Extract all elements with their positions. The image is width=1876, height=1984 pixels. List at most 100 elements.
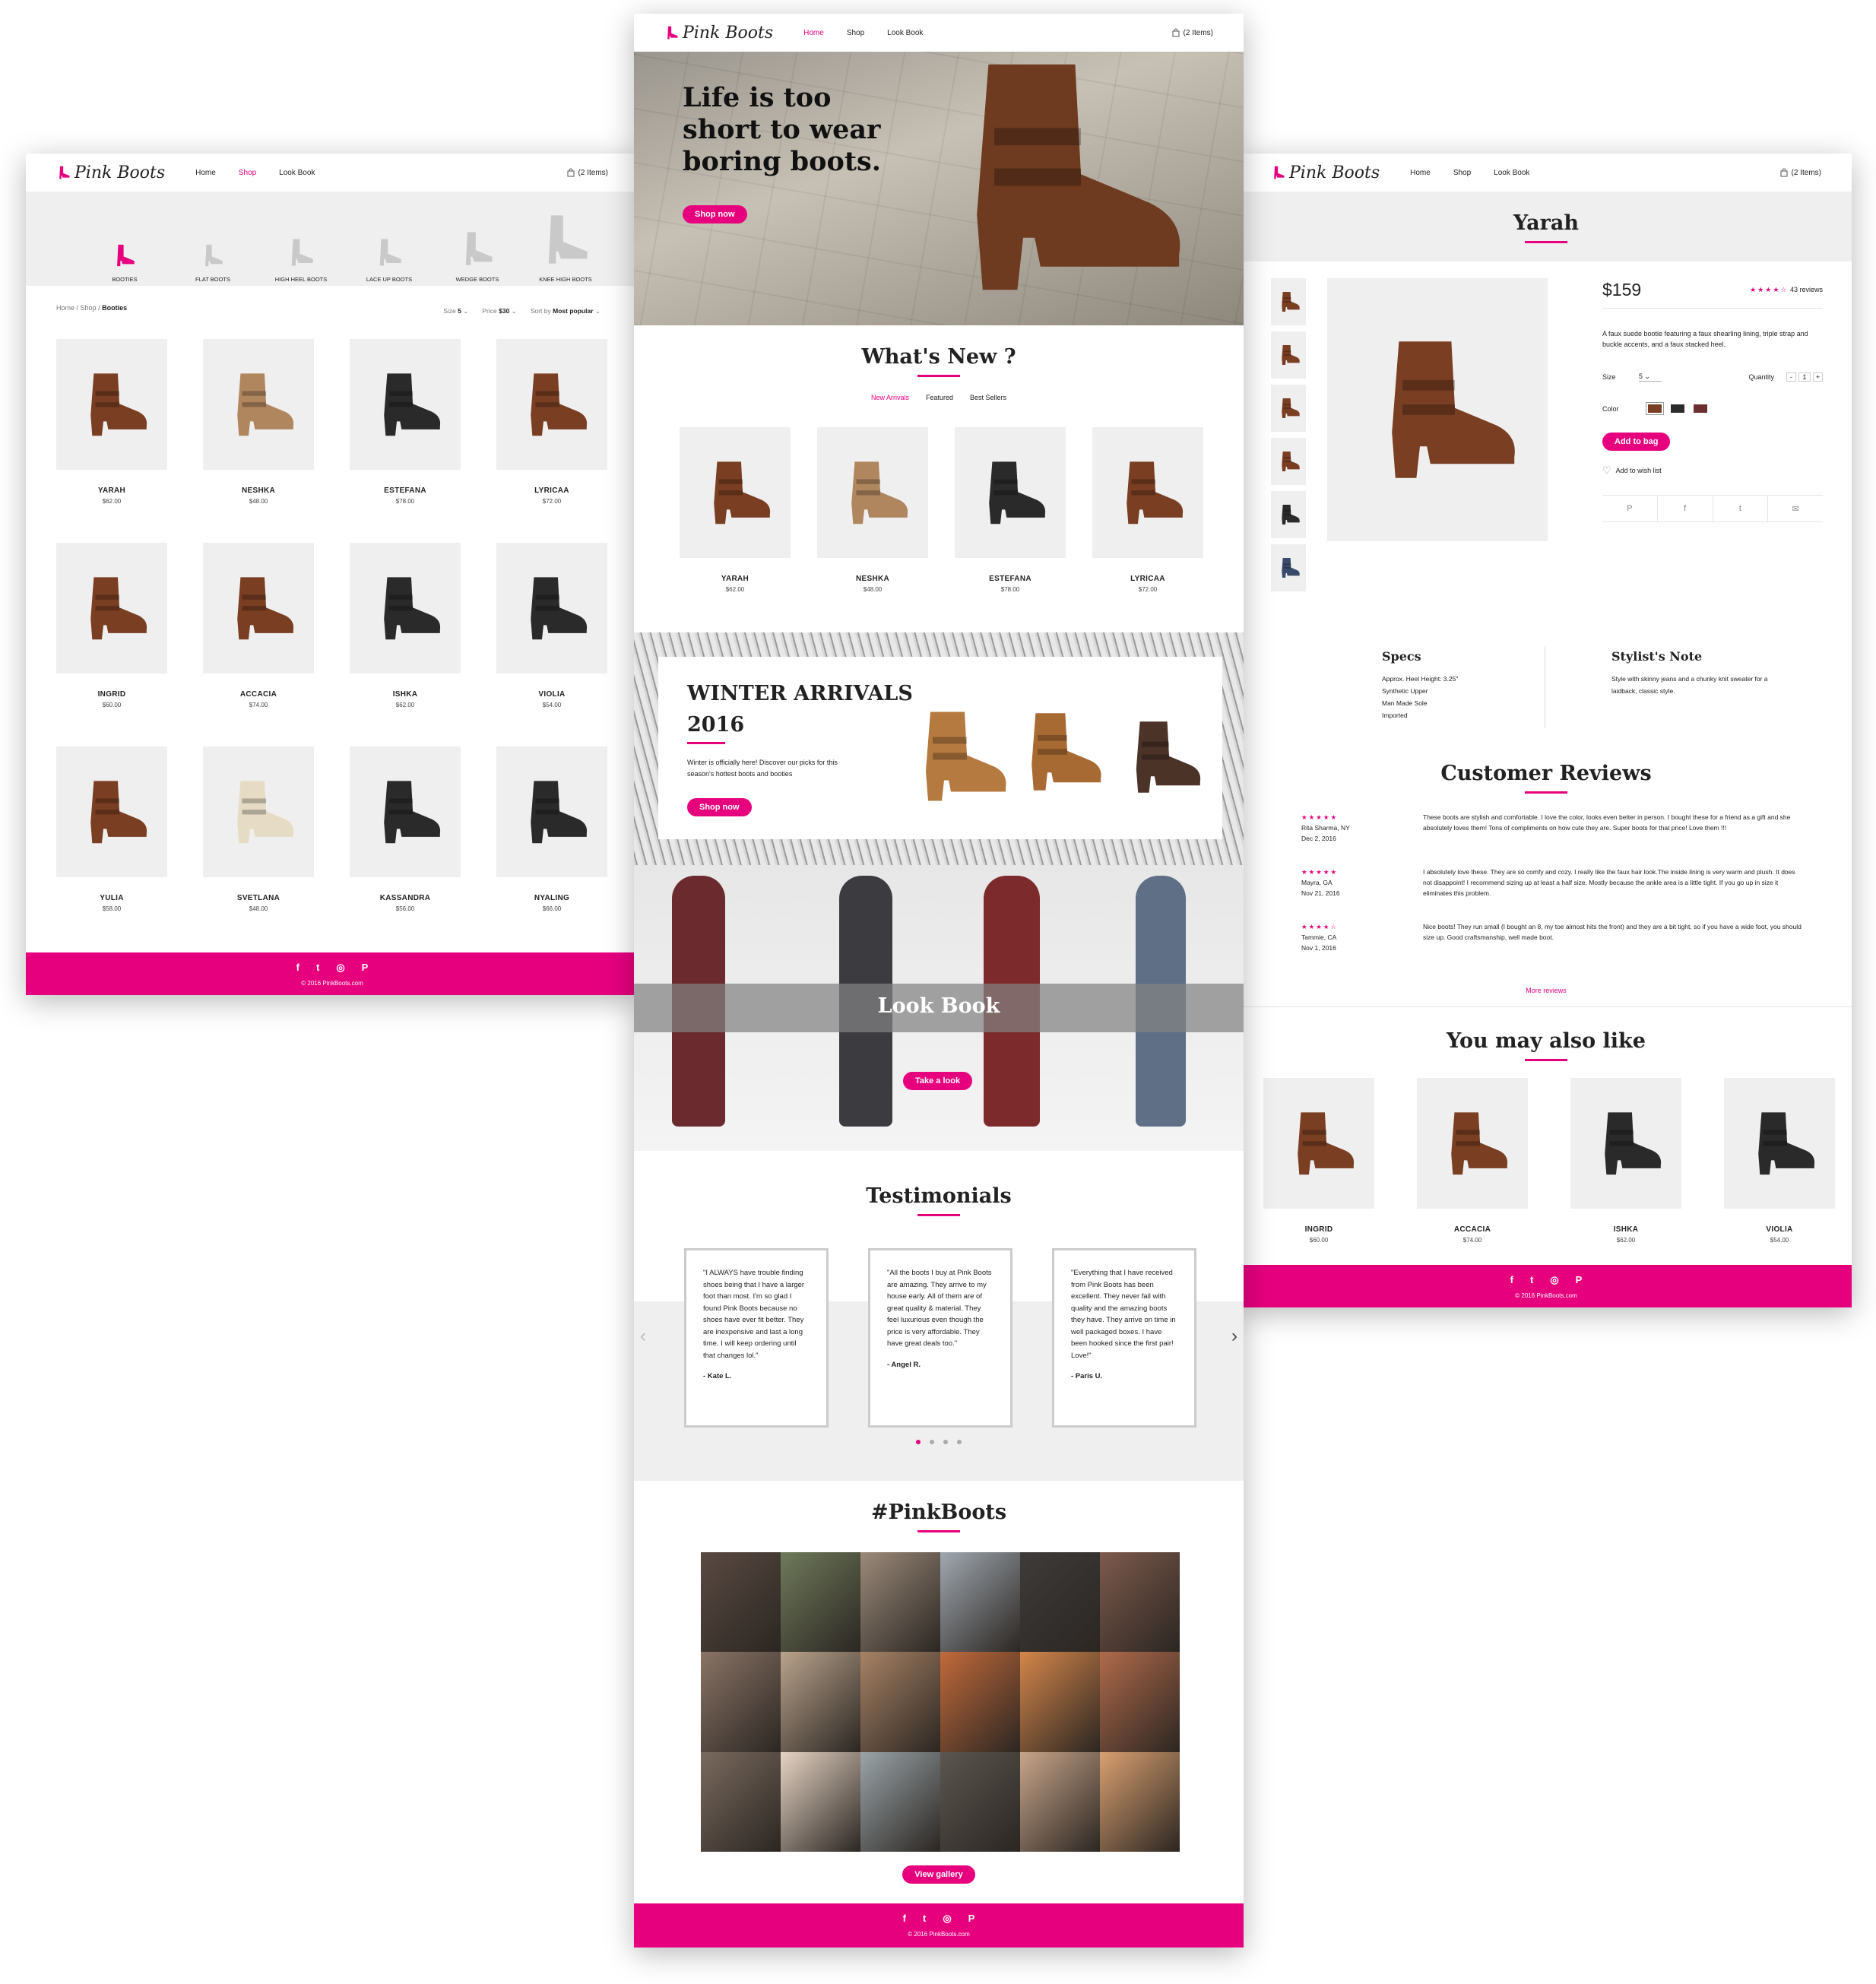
price-filter[interactable]: Price $30 ⌄ xyxy=(482,307,516,315)
facebook-icon[interactable]: f xyxy=(296,962,299,974)
thumbnail[interactable] xyxy=(1271,278,1306,325)
product-card[interactable]: ISHKA $62.00 xyxy=(1570,1078,1681,1244)
gallery-photo[interactable] xyxy=(781,1751,860,1852)
product-name[interactable]: YARAH xyxy=(680,575,791,583)
view-gallery-button[interactable]: View gallery xyxy=(902,1865,975,1884)
product-card[interactable]: VIOLIA $54.00 xyxy=(1724,1078,1835,1244)
gallery-photo[interactable] xyxy=(1020,1552,1100,1653)
product-name[interactable]: VIOLIA xyxy=(496,690,607,699)
cart-button[interactable]: (2 Items) xyxy=(1171,28,1213,37)
twitter-icon[interactable]: t xyxy=(1530,1274,1533,1286)
product-card[interactable]: LYRICAA $72.00 xyxy=(1092,427,1203,593)
product-image[interactable] xyxy=(1092,427,1203,558)
winter-shop-now-button[interactable]: Shop now xyxy=(687,798,752,816)
size-filter[interactable]: Size 5 ⌄ xyxy=(443,307,468,315)
thumbnail[interactable] xyxy=(1271,385,1306,432)
category-item[interactable]: KNEE HIGH BOOTS xyxy=(528,199,604,283)
product-card[interactable]: KASSANDRA $56.00 xyxy=(350,746,461,912)
gallery-photo[interactable] xyxy=(860,1652,940,1752)
product-image[interactable] xyxy=(56,543,167,673)
nav-shop[interactable]: Shop xyxy=(847,29,864,37)
next-arrow-icon[interactable]: › xyxy=(1231,1326,1237,1347)
product-name[interactable]: INGRID xyxy=(56,690,167,699)
add-to-bag-button[interactable]: Add to bag xyxy=(1602,433,1671,451)
product-card[interactable]: YULIA $58.00 xyxy=(56,746,167,912)
quantity-value[interactable]: 1 xyxy=(1798,372,1811,382)
logo[interactable]: Pink Boots xyxy=(1271,163,1380,182)
thumbnail[interactable] xyxy=(1271,544,1306,591)
product-card[interactable]: NESHKA $48.00 xyxy=(817,427,928,593)
product-image[interactable] xyxy=(203,543,314,673)
product-name[interactable]: ISHKA xyxy=(350,690,461,699)
gallery-photo[interactable] xyxy=(940,1751,1020,1852)
instagram-icon[interactable]: ◎ xyxy=(336,962,344,974)
size-select[interactable]: 5 ⌄ xyxy=(1639,372,1662,382)
sort-select[interactable]: Sort by Most popular ⌄ xyxy=(531,307,601,315)
twitter-icon[interactable]: t xyxy=(923,1913,926,1925)
product-name[interactable]: SVETLANA xyxy=(203,894,314,902)
tab-featured[interactable]: Featured xyxy=(926,394,953,401)
carousel-dot[interactable] xyxy=(957,1440,962,1444)
thumbnail[interactable] xyxy=(1271,491,1306,538)
quantity-stepper[interactable]: -1 + xyxy=(1786,372,1823,382)
category-item[interactable]: FLAT BOOTS xyxy=(175,199,251,283)
product-image[interactable] xyxy=(955,427,1066,558)
product-card[interactable]: YARAH $62.00 xyxy=(680,427,791,593)
facebook-icon[interactable]: f xyxy=(1658,496,1713,521)
carousel-dot[interactable] xyxy=(930,1440,934,1444)
pinterest-icon[interactable]: P xyxy=(362,962,369,974)
reviews-count[interactable]: 43 reviews xyxy=(1790,286,1823,293)
product-card[interactable]: ACCACIA $74.00 xyxy=(1417,1078,1528,1244)
product-image[interactable] xyxy=(56,746,167,877)
product-name[interactable]: ACCACIA xyxy=(1417,1225,1528,1234)
gallery-photo[interactable] xyxy=(1100,1751,1180,1852)
breadcrumb-home[interactable]: Home xyxy=(56,304,74,312)
gallery-photo[interactable] xyxy=(940,1552,1020,1653)
thumbnail[interactable] xyxy=(1271,438,1306,485)
gallery-photo[interactable] xyxy=(1100,1552,1180,1653)
product-card[interactable]: ESTEFANA $78.00 xyxy=(955,427,1066,593)
product-image[interactable] xyxy=(350,543,461,673)
category-item[interactable]: BOOTIES xyxy=(87,199,163,283)
product-card[interactable]: NESHKA $48.00 xyxy=(203,339,314,505)
product-image[interactable] xyxy=(1417,1078,1528,1209)
facebook-icon[interactable]: f xyxy=(1510,1274,1513,1286)
product-card[interactable]: YARAH $62.00 xyxy=(56,339,167,505)
cart-button[interactable]: (2 Items) xyxy=(1779,168,1821,177)
product-name[interactable]: VIOLIA xyxy=(1724,1225,1835,1234)
product-card[interactable]: LYRICAA $72.00 xyxy=(496,339,607,505)
gallery-photo[interactable] xyxy=(781,1552,860,1653)
nav-shop[interactable]: Shop xyxy=(1453,169,1471,177)
product-image[interactable] xyxy=(203,746,314,877)
logo[interactable]: Pink Boots xyxy=(664,24,773,43)
product-name[interactable]: NESHKA xyxy=(817,575,928,583)
product-image[interactable] xyxy=(350,746,461,877)
prev-arrow-icon[interactable]: ‹ xyxy=(640,1326,646,1347)
color-swatch[interactable] xyxy=(1671,404,1684,413)
plus-button[interactable]: + xyxy=(1813,372,1823,382)
product-image[interactable] xyxy=(496,746,607,877)
instagram-icon[interactable]: ◎ xyxy=(943,1913,951,1925)
product-image[interactable] xyxy=(496,543,607,673)
pinterest-icon[interactable]: P xyxy=(1602,496,1658,521)
nav-shop[interactable]: Shop xyxy=(239,169,256,177)
product-image[interactable] xyxy=(1570,1078,1681,1209)
nav-home[interactable]: Home xyxy=(1410,169,1431,177)
twitter-icon[interactable]: t xyxy=(1713,496,1769,521)
product-card[interactable]: ISHKA $62.00 xyxy=(350,543,461,708)
gallery-photo[interactable] xyxy=(1020,1751,1100,1852)
product-name[interactable]: LYRICAA xyxy=(1092,575,1203,583)
product-name[interactable]: KASSANDRA xyxy=(350,894,461,902)
gallery-photo[interactable] xyxy=(940,1652,1020,1752)
product-image[interactable] xyxy=(496,339,607,470)
product-image[interactable] xyxy=(350,339,461,470)
product-image[interactable] xyxy=(203,339,314,470)
product-image[interactable] xyxy=(1263,1078,1374,1209)
gallery-photo[interactable] xyxy=(1100,1652,1180,1752)
gallery-photo[interactable] xyxy=(860,1552,940,1653)
product-name[interactable]: NYALING xyxy=(496,894,607,902)
color-swatch[interactable] xyxy=(1646,402,1664,415)
thumbnail[interactable] xyxy=(1271,331,1306,379)
product-card[interactable]: SVETLANA $48.00 xyxy=(203,746,314,912)
facebook-icon[interactable]: f xyxy=(903,1913,906,1925)
